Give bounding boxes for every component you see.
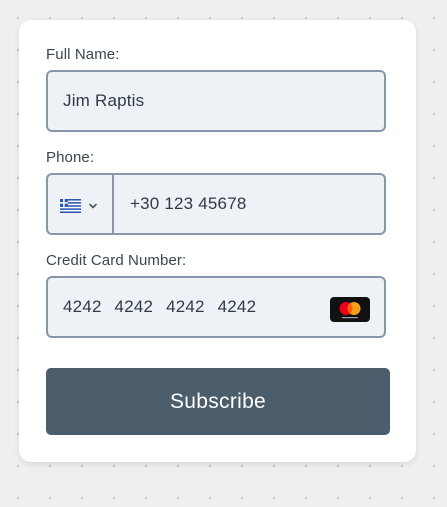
country-code-dropdown[interactable] bbox=[48, 175, 114, 233]
full-name-input[interactable]: Jim Raptis bbox=[46, 70, 386, 132]
credit-card-input[interactable]: 4242 4242 4242 4242 bbox=[46, 276, 386, 338]
credit-card-value: 4242 4242 4242 4242 bbox=[63, 297, 257, 316]
subscribe-button[interactable]: Subscribe bbox=[46, 368, 390, 435]
phone-label: Phone: bbox=[46, 149, 95, 166]
credit-card-label: Credit Card Number: bbox=[46, 252, 187, 269]
phone-value: +30 123 45678 bbox=[130, 194, 247, 213]
phone-input[interactable]: +30 123 45678 bbox=[46, 173, 386, 235]
mastercard-icon bbox=[330, 297, 370, 322]
full-name-value: Jim Raptis bbox=[63, 91, 145, 110]
full-name-label: Full Name: bbox=[46, 46, 120, 63]
chevron-down-icon bbox=[89, 203, 97, 209]
subscribe-form-card: Full Name: Jim Raptis Phone: +30 123 456… bbox=[19, 20, 416, 462]
greece-flag-icon bbox=[60, 199, 81, 213]
